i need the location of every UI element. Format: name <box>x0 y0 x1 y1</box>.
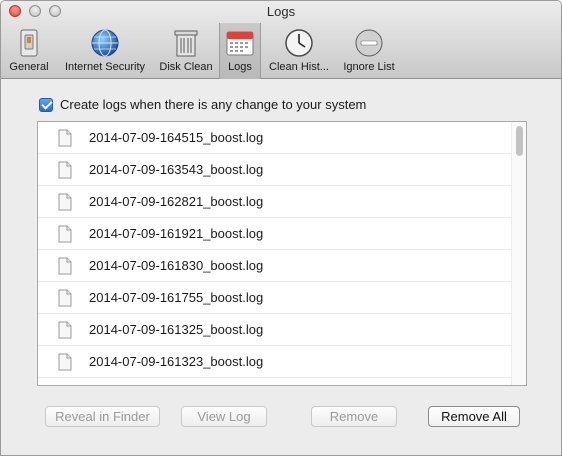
create-logs-checkbox[interactable] <box>39 97 53 112</box>
list-item[interactable]: 2014-07-09-161755_boost.log <box>38 282 512 314</box>
switch-icon <box>12 27 46 59</box>
titlebar: Logs General Internet Security Disk Clea… <box>1 1 561 79</box>
list-item[interactable]: 2014-07-09-161830_boost.log <box>38 250 512 282</box>
calendar-icon <box>223 27 257 59</box>
log-file-name: 2014-07-09-161755_boost.log <box>89 290 264 305</box>
preferences-toolbar: General Internet Security Disk Clean Log… <box>1 23 401 79</box>
view-log-button[interactable]: View Log <box>181 406 267 427</box>
document-icon <box>58 385 72 386</box>
list-item[interactable]: 2014-07-09-164515_boost.log <box>38 122 512 154</box>
document-icon <box>58 289 72 306</box>
list-item[interactable]: 2014-07-09-163543_boost.log <box>38 154 512 186</box>
document-icon <box>58 321 72 338</box>
scrollbar-thumb[interactable] <box>516 126 523 156</box>
globe-icon <box>88 27 122 59</box>
log-file-name: 2014-07-09-161830_boost.log <box>89 258 264 273</box>
document-icon <box>58 161 72 178</box>
list-item[interactable]: 2014-07-09-162821_boost.log <box>38 186 512 218</box>
list-item[interactable]: 2014-07-09-161325_boost.log <box>38 314 512 346</box>
tab-internet-security[interactable]: Internet Security <box>57 23 153 79</box>
document-icon <box>58 129 72 146</box>
create-logs-option[interactable]: Create logs when there is any change to … <box>39 97 366 112</box>
create-logs-label: Create logs when there is any change to … <box>60 97 367 112</box>
list-item-partial[interactable] <box>38 378 512 386</box>
document-icon <box>58 225 72 242</box>
list-item[interactable]: 2014-07-09-161921_boost.log <box>38 218 512 250</box>
log-file-list[interactable]: 2014-07-09-164515_boost.log 2014-07-09-1… <box>37 121 527 386</box>
reveal-in-finder-button[interactable]: Reveal in Finder <box>45 406 160 427</box>
remove-button[interactable]: Remove <box>311 406 397 427</box>
tab-logs[interactable]: Logs <box>219 23 261 79</box>
minus-circle-icon <box>352 27 386 59</box>
log-file-name: 2014-07-09-161323_boost.log <box>89 354 264 369</box>
log-file-name: 2014-07-09-162821_boost.log <box>89 194 264 209</box>
tab-disk-clean[interactable]: Disk Clean <box>153 23 219 79</box>
clock-icon <box>282 27 316 59</box>
document-icon <box>58 193 72 210</box>
log-file-name: 2014-07-09-164515_boost.log <box>89 130 264 145</box>
tab-ignore-list[interactable]: Ignore List <box>337 23 401 79</box>
trash-icon <box>169 27 203 59</box>
tab-general[interactable]: General <box>1 23 57 79</box>
log-file-name: 2014-07-09-161921_boost.log <box>89 226 264 241</box>
document-icon <box>58 353 72 370</box>
remove-all-button[interactable]: Remove All <box>428 406 520 427</box>
logs-window: Logs General Internet Security Disk Clea… <box>0 0 562 456</box>
tab-clean-history[interactable]: Clean Hist... <box>261 23 337 79</box>
log-file-name: 2014-07-09-163543_boost.log <box>89 162 264 177</box>
document-icon <box>58 257 72 274</box>
list-scrollbar[interactable] <box>511 122 526 385</box>
log-file-name: 2014-07-09-161325_boost.log <box>89 322 264 337</box>
window-title: Logs <box>266 4 296 19</box>
list-item[interactable]: 2014-07-09-161323_boost.log <box>38 346 512 378</box>
